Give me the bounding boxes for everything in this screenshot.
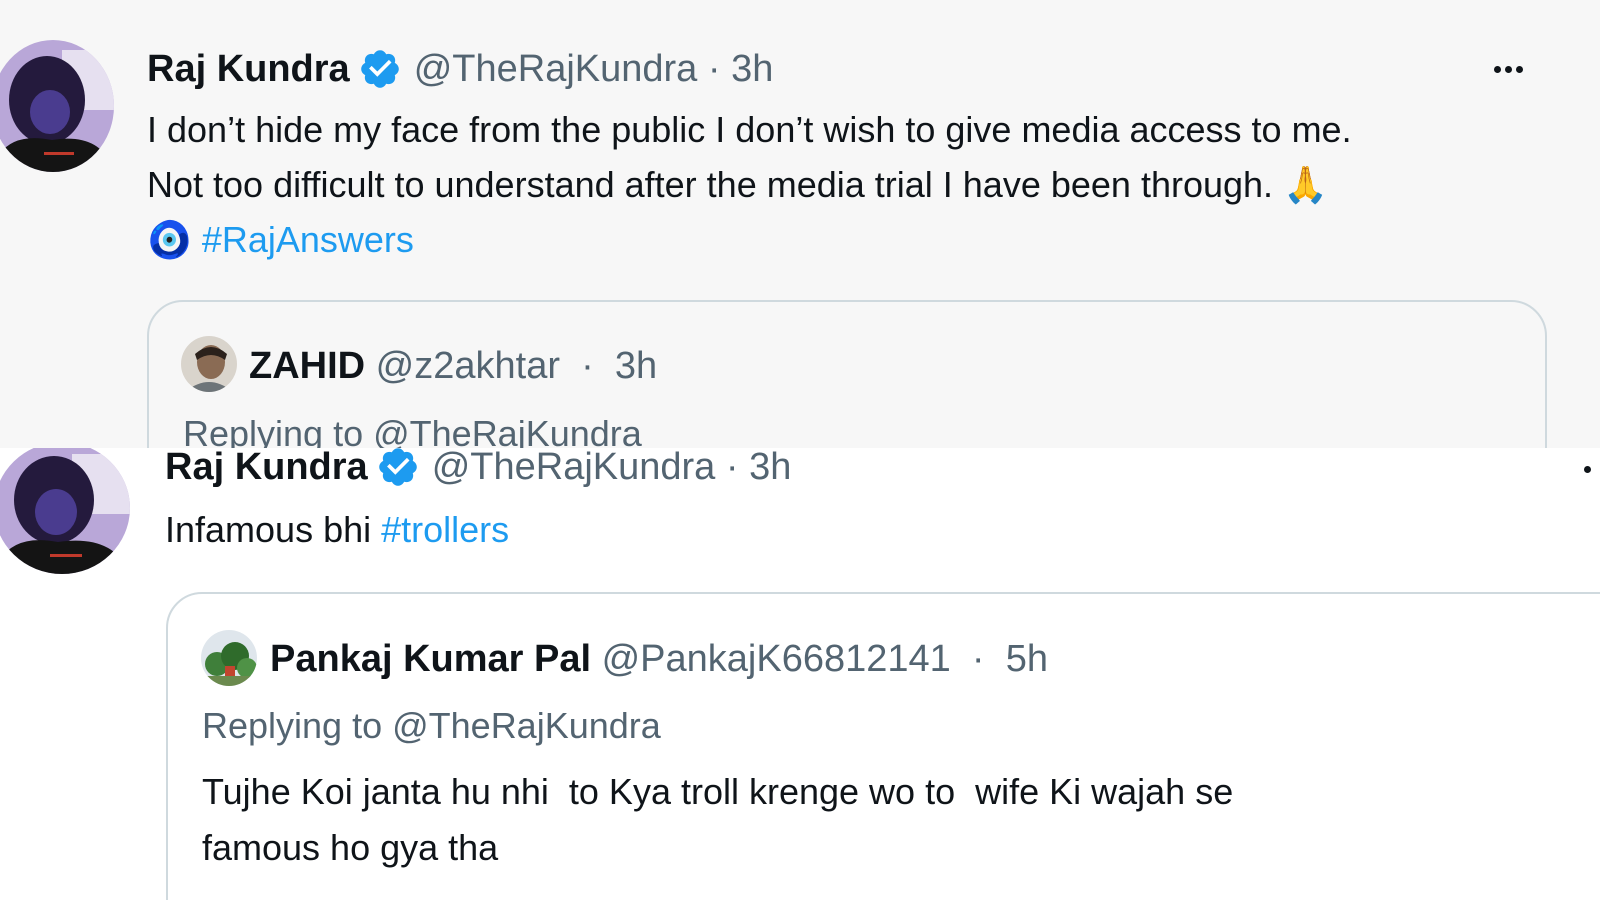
quoted-separator-dot: · xyxy=(961,638,996,680)
author-handle[interactable]: @TheRajKundra xyxy=(432,448,716,489)
avatar-image xyxy=(0,40,114,172)
quoted-author-handle[interactable]: @PankajK66812141 xyxy=(602,638,951,680)
hashtag-link[interactable]: #RajAnswers xyxy=(202,219,414,260)
quoted-text-line-2: famous ho gya tha xyxy=(202,827,499,868)
hashtag-link[interactable]: #trollers xyxy=(381,509,509,550)
quoted-avatar-image xyxy=(181,336,237,392)
author-avatar[interactable] xyxy=(0,448,130,574)
replying-to-handle[interactable]: @TheRajKundra xyxy=(373,413,642,448)
tweet-text-line-2-body: Not too difficult to understand after th… xyxy=(147,164,1274,205)
quoted-tweet[interactable]: Pankaj Kumar Pal @PankajK66812141 · 5h R… xyxy=(166,592,1600,900)
author-name[interactable]: Raj Kundra xyxy=(147,47,350,91)
tweet-1[interactable]: Raj Kundra @TheRajKundra · 3h I don’t hi… xyxy=(0,0,1600,448)
quoted-avatar-image xyxy=(201,630,257,686)
tweet-text: Infamous bhi #trollers xyxy=(165,502,509,558)
replying-to-label: Replying to xyxy=(183,413,374,448)
author-name[interactable]: Raj Kundra xyxy=(165,448,368,489)
quoted-author-avatar[interactable] xyxy=(201,630,257,686)
tweet-text-line-3: 🧿 #RajAnswers xyxy=(147,212,414,268)
timestamp[interactable]: 3h xyxy=(749,448,791,489)
separator-dot: · xyxy=(697,48,732,90)
tweet-text-line-2: Not too difficult to understand after th… xyxy=(147,157,1328,213)
quoted-header: ZAHID @z2akhtar · 3h xyxy=(249,344,657,388)
quoted-replying-to: Replying to @TheRajKundra xyxy=(183,412,642,448)
quoted-separator-dot: · xyxy=(570,345,605,387)
quoted-timestamp[interactable]: 5h xyxy=(1006,638,1048,680)
replying-to-label: Replying to xyxy=(202,705,393,746)
tweet-text-line-1: I don’t hide my face from the public I d… xyxy=(147,109,1352,150)
tweet-text-body: Infamous bhi xyxy=(165,509,382,550)
quoted-text-line-1: Tujhe Koi janta hu nhi to Kya troll kren… xyxy=(202,771,1234,812)
quoted-replying-to: Replying to @TheRajKundra xyxy=(202,704,661,748)
quoted-header: Pankaj Kumar Pal @PankajK66812141 · 5h xyxy=(270,637,1048,681)
quoted-author-name[interactable]: ZAHID xyxy=(249,345,365,387)
quoted-author-avatar[interactable] xyxy=(181,336,237,392)
more-options-icon[interactable] xyxy=(1582,460,1593,478)
quoted-author-name[interactable]: Pankaj Kumar Pal xyxy=(270,638,591,680)
author-avatar[interactable] xyxy=(0,40,114,172)
tweet-header: Raj Kundra @TheRajKundra · 3h xyxy=(147,47,773,91)
timestamp[interactable]: 3h xyxy=(731,47,773,91)
author-handle[interactable]: @TheRajKundra xyxy=(414,47,698,91)
separator-dot: · xyxy=(715,448,750,488)
verified-badge-icon xyxy=(376,448,420,489)
quoted-tweet[interactable]: ZAHID @z2akhtar · 3h Replying to @TheRaj… xyxy=(147,300,1547,448)
more-options-icon[interactable] xyxy=(1492,60,1525,78)
verified-badge-icon xyxy=(358,47,402,91)
quoted-timestamp[interactable]: 3h xyxy=(615,345,657,387)
nazar-emoji: 🧿 xyxy=(147,219,192,260)
avatar-image xyxy=(0,448,130,574)
replying-to-handle[interactable]: @TheRajKundra xyxy=(392,705,661,746)
tweet-header: Raj Kundra @TheRajKundra · 3h xyxy=(165,448,791,489)
pray-emoji: 🙏 xyxy=(1283,164,1328,205)
quoted-author-handle[interactable]: @z2akhtar xyxy=(376,345,560,387)
tweet-2[interactable]: Raj Kundra @TheRajKundra · 3h Infamous b… xyxy=(0,448,1600,900)
